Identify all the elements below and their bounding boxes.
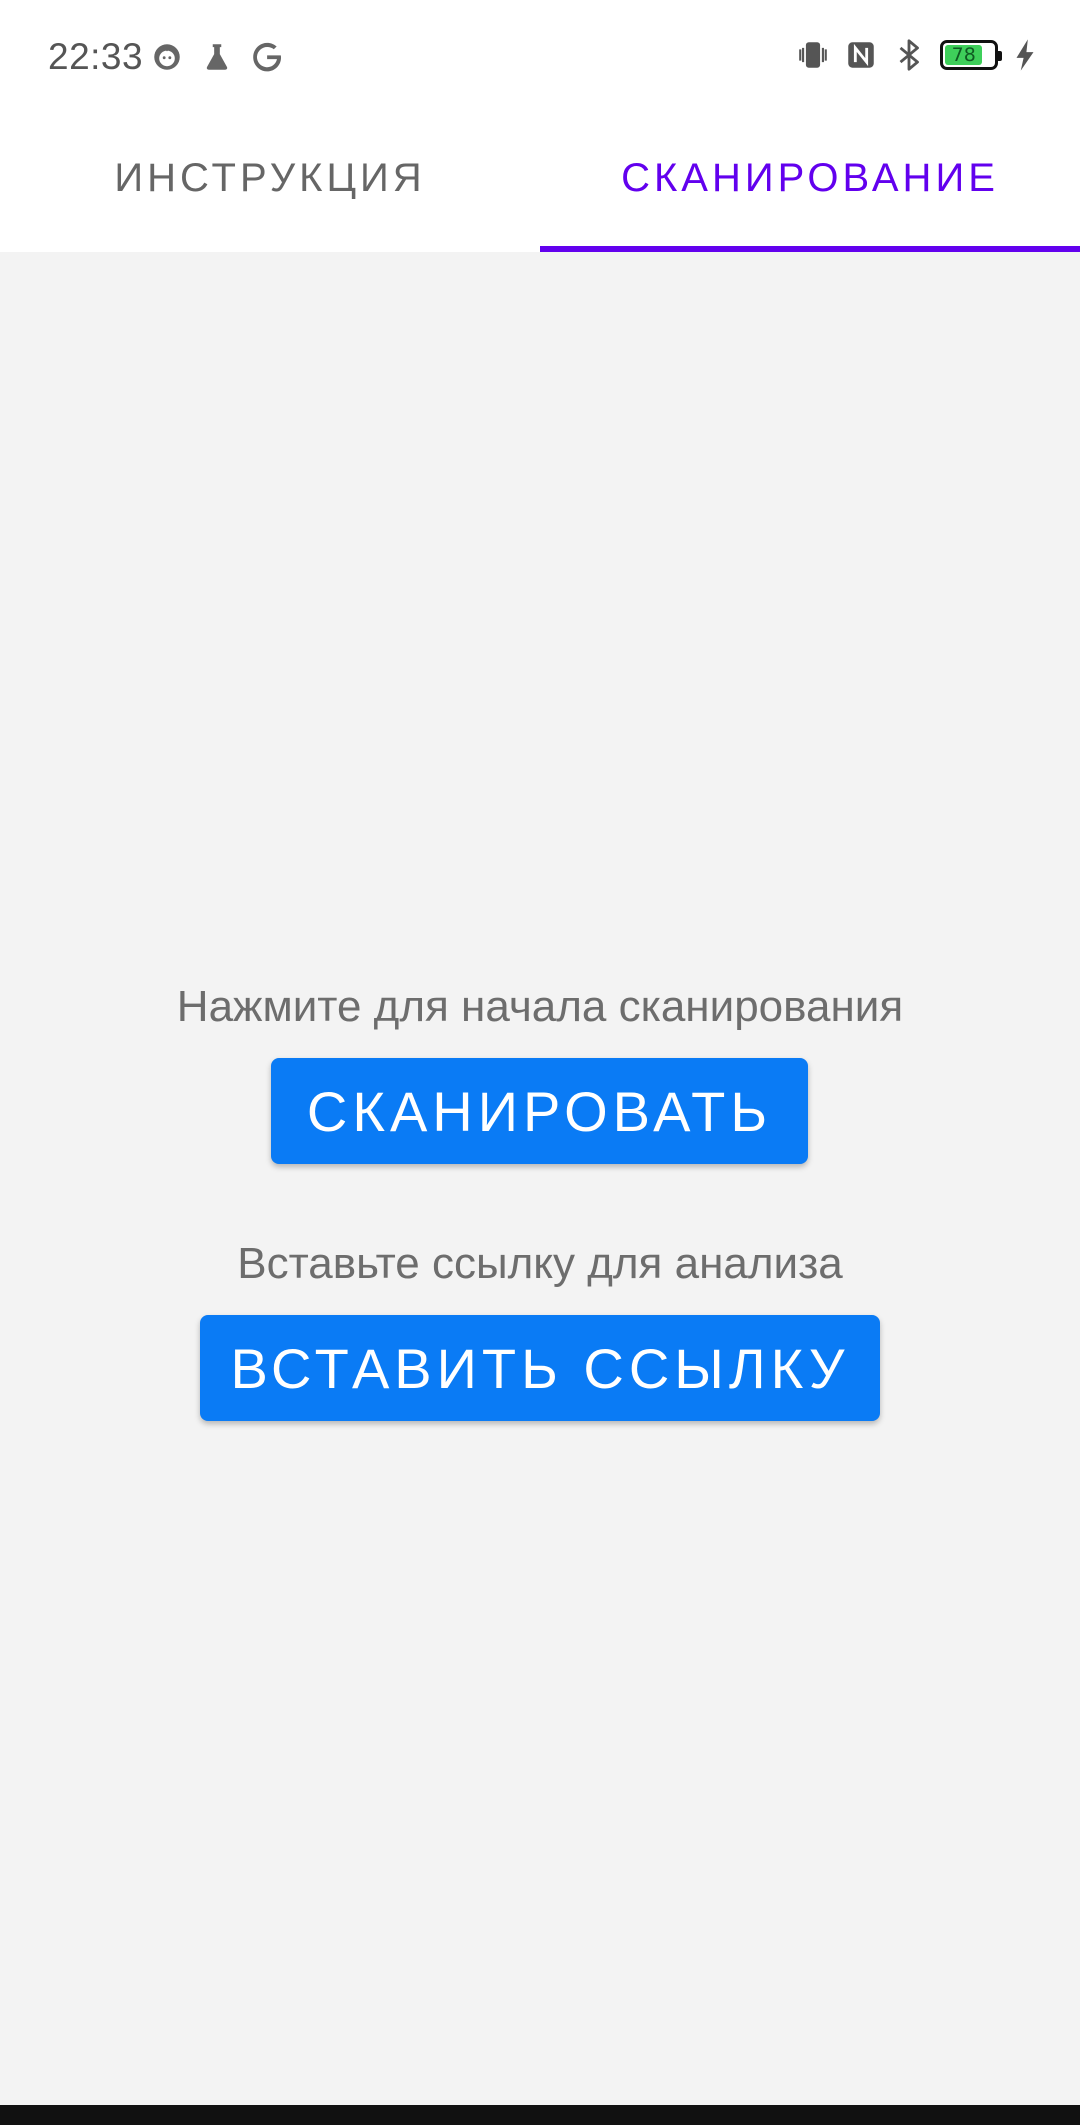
tab-instructions-label: ИНСТРУКЦИЯ — [114, 155, 426, 200]
scan-button-label: СКАНИРОВАТЬ — [306, 1079, 773, 1143]
status-bar: 22:33 78 — [0, 0, 1080, 116]
paste-link-button-label: ВСТАВИТЬ ССЫЛКУ — [230, 1336, 850, 1400]
status-time: 22:33 — [48, 36, 144, 77]
app-screen: 22:33 78 ИНСТРУКЦИЯ СКАНИРОВАНИЕ Нажмите… — [0, 0, 1080, 2125]
vibrate-icon — [796, 38, 830, 72]
scan-content: Нажмите для начала сканирования СКАНИРОВ… — [0, 252, 1080, 2105]
status-left-icons — [150, 40, 284, 74]
link-prompt: Вставьте ссылку для анализа — [237, 1239, 843, 1288]
tab-bar: ИНСТРУКЦИЯ СКАНИРОВАНИЕ — [0, 116, 1080, 252]
bluetooth-icon — [892, 38, 926, 72]
navigation-bar — [0, 2105, 1080, 2125]
tab-instructions[interactable]: ИНСТРУКЦИЯ — [0, 116, 540, 252]
paste-link-button[interactable]: ВСТАВИТЬ ССЫЛКУ — [200, 1315, 880, 1421]
face-notification-icon — [150, 40, 184, 74]
battery-tip — [998, 51, 1002, 61]
tab-scanning-label: СКАНИРОВАНИЕ — [621, 155, 999, 200]
google-icon — [250, 40, 284, 74]
charging-icon — [1012, 38, 1038, 72]
battery-level: 78 — [945, 44, 983, 66]
battery-icon: 78 — [940, 40, 1002, 70]
scan-prompt: Нажмите для начала сканирования — [176, 982, 904, 1031]
scan-button[interactable]: СКАНИРОВАТЬ — [271, 1058, 808, 1164]
nfc-icon — [844, 38, 878, 72]
flask-icon — [200, 40, 234, 74]
tab-scanning[interactable]: СКАНИРОВАНИЕ — [540, 116, 1080, 252]
status-right-icons: 78 — [796, 38, 1038, 72]
